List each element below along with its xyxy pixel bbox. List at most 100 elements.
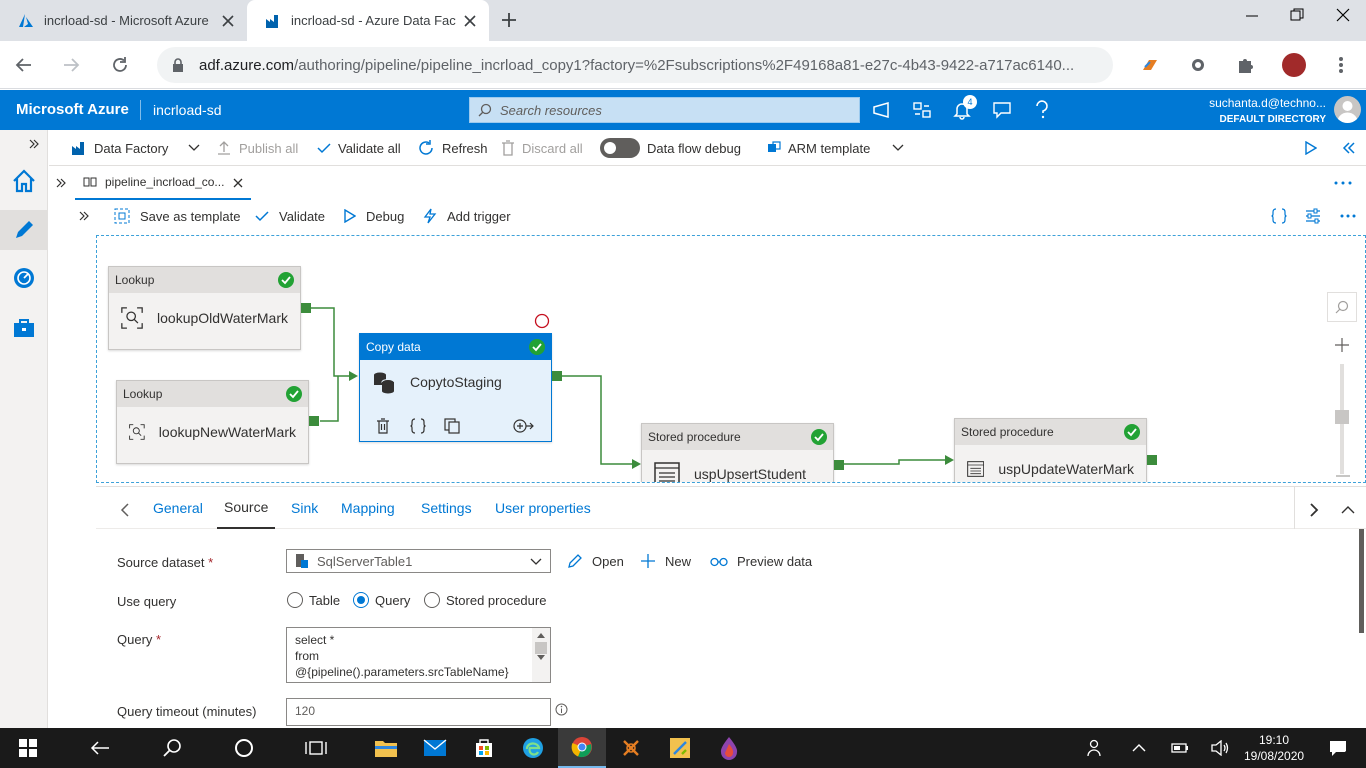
code-braces-icon[interactable] — [1271, 208, 1287, 224]
expand-resources-icon[interactable] — [55, 177, 67, 189]
close-icon[interactable] — [461, 12, 479, 30]
validate-button[interactable]: Validate — [255, 200, 325, 232]
activity-lookup-new-watermark[interactable]: Lookup lookupNewWaterMark — [116, 380, 309, 464]
tab-source[interactable]: Source — [217, 487, 276, 529]
more-vertical-icon[interactable] — [1333, 55, 1349, 75]
use-query-option-stored-procedure[interactable]: Stored procedure — [424, 592, 546, 608]
add-trigger-button[interactable]: Add trigger — [423, 200, 511, 232]
record-extension-icon[interactable] — [1188, 55, 1208, 75]
reload-icon[interactable] — [110, 55, 130, 75]
pipeline-editor-tab[interactable]: pipeline_incrload_co... — [75, 166, 251, 200]
clone-copy-icon[interactable] — [444, 418, 460, 434]
close-icon[interactable] — [233, 178, 243, 188]
tab-settings[interactable]: Settings — [421, 487, 472, 529]
feedback-icon[interactable] — [872, 101, 892, 119]
activity-stored-procedure-upsert[interactable]: Stored procedure uspUpsertStudent — [641, 423, 834, 482]
tab-mapping[interactable]: Mapping — [341, 487, 395, 529]
publish-all-button[interactable]: Publish all — [216, 130, 298, 166]
account-info[interactable]: suchanta.d@techno... DEFAULT DIRECTORY — [1076, 96, 1326, 125]
collapse-double-chevron-icon[interactable] — [1342, 142, 1356, 154]
close-icon[interactable] — [219, 12, 237, 30]
taskbar-app-orange[interactable] — [607, 728, 655, 768]
collapse-panel-chevron-up-icon[interactable] — [1341, 506, 1355, 514]
success-output-port[interactable] — [834, 460, 844, 470]
factory-name[interactable]: incrload-sd — [153, 102, 221, 118]
help-icon[interactable] — [1034, 100, 1050, 120]
save-as-template-button[interactable]: Save as template — [114, 200, 240, 232]
run-play-icon[interactable] — [1305, 141, 1317, 155]
query-textarea[interactable]: select * from @{pipeline().parameters.sr… — [286, 627, 551, 683]
open-dataset-button[interactable]: Open — [567, 543, 624, 579]
pipeline-canvas[interactable]: Lookup lookupOldWaterMark Lookup lookupN… — [96, 235, 1366, 483]
puzzle-extensions-icon[interactable] — [1235, 54, 1257, 76]
forward-arrow-icon[interactable] — [61, 55, 81, 75]
chevron-right-icon[interactable] — [1309, 503, 1319, 517]
scroll-down-icon[interactable] — [537, 655, 545, 660]
chevron-left-icon[interactable] — [120, 503, 130, 517]
data-flow-debug-toggle[interactable]: Data flow debug — [600, 130, 741, 166]
success-output-port[interactable] — [1147, 455, 1157, 465]
window-close-icon[interactable] — [1335, 7, 1351, 23]
add-output-icon[interactable] — [512, 418, 534, 434]
taskbar-task-view[interactable] — [292, 728, 340, 768]
home-icon[interactable] — [11, 168, 37, 194]
profile-avatar[interactable] — [1282, 53, 1306, 77]
taskbar-search[interactable] — [148, 728, 196, 768]
activity-lookup-old-watermark[interactable]: Lookup lookupOldWaterMark — [108, 266, 301, 350]
address-bar[interactable]: adf.azure.com/authoring/pipeline/pipelin… — [157, 47, 1113, 83]
source-dataset-select[interactable]: SqlServerTable1 — [286, 549, 551, 573]
use-query-option-table[interactable]: Table — [287, 592, 340, 608]
taskbar-action-center[interactable]: 2 — [1314, 728, 1362, 768]
taskbar-mail[interactable] — [411, 728, 459, 768]
taskbar-edge[interactable] — [509, 728, 557, 768]
zoom-out-icon[interactable] — [1335, 474, 1351, 478]
data-factory-dropdown[interactable]: Data Factory — [71, 130, 200, 166]
arm-template-dropdown[interactable]: ARM template — [767, 130, 904, 166]
use-query-option-query[interactable]: Query — [353, 592, 410, 608]
taskbar-volume[interactable] — [1196, 728, 1244, 768]
success-output-port[interactable] — [309, 416, 319, 426]
tab-user-properties[interactable]: User properties — [495, 487, 591, 529]
browser-tab-azure-portal[interactable]: incrload-sd - Microsoft Azure — [0, 0, 247, 41]
canvas-search-button[interactable] — [1327, 292, 1357, 322]
new-tab-icon[interactable] — [499, 10, 519, 30]
minimize-icon[interactable] — [1244, 8, 1260, 24]
restore-icon[interactable] — [1289, 7, 1305, 23]
debug-button[interactable]: Debug — [344, 200, 404, 232]
expand-nav-icon[interactable] — [28, 138, 40, 150]
taskbar-clock[interactable]: 19:10 19/08/2020 — [1244, 732, 1304, 764]
scroll-thumb[interactable] — [535, 642, 547, 654]
support-chat-icon[interactable] — [992, 101, 1012, 119]
taskbar-store[interactable] — [460, 728, 508, 768]
extension-icon[interactable] — [1140, 55, 1160, 75]
zoom-slider-thumb[interactable] — [1335, 410, 1349, 424]
expand-activities-icon[interactable] — [78, 210, 90, 222]
code-braces-icon[interactable] — [410, 418, 426, 434]
success-output-port[interactable] — [552, 371, 562, 381]
monitor-gauge-icon[interactable] — [12, 266, 36, 290]
taskbar-back[interactable] — [76, 728, 124, 768]
query-timeout-input[interactable]: 120 — [286, 698, 551, 726]
browser-tab-data-factory[interactable]: incrload-sd - Azure Data Factory — [247, 0, 489, 41]
user-avatar[interactable] — [1334, 96, 1361, 123]
search-resources-input[interactable]: Search resources — [469, 97, 860, 123]
textarea-scrollbar[interactable] — [532, 628, 550, 682]
manage-toolbox-icon[interactable] — [12, 316, 36, 340]
toggle-switch[interactable] — [600, 138, 640, 158]
taskbar-cortana[interactable] — [220, 728, 268, 768]
azure-brand[interactable]: Microsoft Azure — [16, 101, 129, 118]
activity-copy-data[interactable]: Copy data CopytoStaging — [359, 333, 552, 442]
taskbar-chrome[interactable] — [558, 728, 606, 768]
back-arrow-icon[interactable] — [14, 55, 34, 75]
discard-all-button[interactable]: Discard all — [501, 130, 583, 166]
new-dataset-button[interactable]: New — [640, 543, 691, 579]
tab-general[interactable]: General — [153, 487, 203, 529]
radio-query[interactable] — [353, 592, 369, 608]
start-button[interactable] — [4, 728, 52, 768]
more-horizontal-icon[interactable] — [1339, 213, 1357, 219]
scroll-up-icon[interactable] — [537, 633, 545, 638]
taskbar-app-drop[interactable] — [705, 728, 753, 768]
properties-sliders-icon[interactable] — [1305, 208, 1321, 224]
radio-stored-procedure[interactable] — [424, 592, 440, 608]
panel-scrollbar-thumb[interactable] — [1359, 529, 1364, 633]
